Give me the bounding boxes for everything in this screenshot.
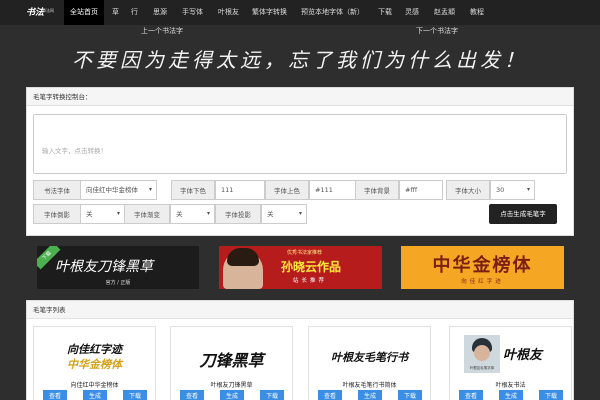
nav-zhaomengfu[interactable]: 赵孟頫 bbox=[434, 0, 455, 25]
logo-subtext: 书法网 bbox=[42, 8, 54, 13]
preview-line-1: 叶根友毛笔行书 bbox=[331, 351, 408, 364]
font-card: 叶根友毛笔行书 叶根友毛笔行书简体 查看 生成 下载 bbox=[308, 326, 431, 400]
view-button[interactable]: 查看 bbox=[180, 390, 204, 400]
size-select[interactable]: 30 ▾ bbox=[490, 180, 535, 200]
font-preview-image: 叶根友毛笔行书 bbox=[317, 335, 422, 373]
download-button[interactable]: 下载 bbox=[398, 390, 422, 400]
upper-color-label: 字体上色 bbox=[265, 180, 309, 200]
font-select[interactable]: 向佳红中华金榜体 ▾ bbox=[80, 180, 157, 200]
nav-xing[interactable]: 行 bbox=[131, 0, 138, 25]
preview-line-1: 刀锋黑草 bbox=[199, 351, 264, 370]
ad-banner-jinbang[interactable]: 中华金榜体 向佳红字迹 bbox=[401, 246, 564, 289]
download-button[interactable]: 下载 bbox=[260, 390, 284, 400]
text-input[interactable]: 输入文字，点击转换！ bbox=[33, 114, 567, 174]
chevron-down-icon: ▾ bbox=[116, 210, 120, 217]
size-select-value: 30 bbox=[496, 186, 505, 194]
font-preview-image: 叶根友 叶根友毛笔字体 bbox=[458, 335, 563, 373]
font-card: 向佳红字迹 中华金榜体 向佳红中华金榜体 查看 生成 下载 bbox=[33, 326, 156, 400]
portrait-hair bbox=[227, 248, 259, 266]
console-title: 毛笔字转换控制台： bbox=[27, 88, 573, 106]
preview-line-1: 向佳红字迹 bbox=[67, 343, 122, 356]
font-name[interactable]: 叶根友刀锋黑草 bbox=[171, 380, 292, 389]
reflection-select-value: 关 bbox=[86, 210, 93, 218]
shadow-select[interactable]: 关 ▾ bbox=[261, 204, 307, 224]
nav-yegenyou[interactable]: 叶根友 bbox=[218, 0, 239, 25]
banner-subtitle: 向佳红字迹 bbox=[461, 279, 504, 285]
banner-title: 叶根友刀锋黑草 bbox=[55, 259, 153, 275]
chevron-down-icon: ▾ bbox=[298, 210, 302, 217]
bg-color-input[interactable]: #fff bbox=[399, 180, 443, 200]
slogan-banner: 不要因为走得太远，忘了我们为什么出发！ bbox=[72, 48, 528, 72]
download-button[interactable]: 下载 bbox=[539, 390, 563, 400]
nav-siyuan[interactable]: 思源 bbox=[153, 0, 167, 25]
nav-home[interactable]: 全站首页 bbox=[64, 0, 104, 25]
font-label: 书法字体 bbox=[33, 180, 81, 200]
make-button[interactable]: 生成 bbox=[499, 390, 523, 400]
gradient-label: 字体渐变 bbox=[124, 204, 170, 224]
chevron-down-icon: ▾ bbox=[526, 186, 530, 193]
nav-handwriting[interactable]: 手写体 bbox=[182, 0, 203, 25]
generate-button[interactable]: 点击生成毛笔字 bbox=[489, 204, 557, 224]
site-logo[interactable]: 书法 书法网 bbox=[26, 5, 56, 20]
banner-title: 中华金榜体 bbox=[432, 255, 533, 276]
reflection-select[interactable]: 关 ▾ bbox=[80, 204, 125, 224]
shadow-label: 字体投影 bbox=[215, 204, 261, 224]
next-calligraphy-link[interactable]: 下一个书法字 bbox=[416, 26, 458, 36]
banner-subtitle: 站长推荐 bbox=[293, 278, 328, 284]
bg-color-label: 字体背景 bbox=[355, 180, 399, 200]
download-button[interactable]: 下载 bbox=[123, 390, 147, 400]
make-button[interactable]: 生成 bbox=[358, 390, 382, 400]
view-button[interactable]: 查看 bbox=[43, 390, 67, 400]
nav-tutorial[interactable]: 教程 bbox=[470, 0, 484, 25]
font-select-value: 向佳红中华金榜体 bbox=[86, 186, 138, 194]
list-title: 毛笔字列表 bbox=[27, 301, 573, 319]
prev-calligraphy-link[interactable]: 上一个书法字 bbox=[141, 26, 183, 36]
gradient-select[interactable]: 关 ▾ bbox=[170, 204, 215, 224]
ad-banner-sunxiaoyun[interactable]: 优秀书法家推荐 孙晓云作品 站长推荐 bbox=[219, 246, 382, 289]
make-button[interactable]: 生成 bbox=[220, 390, 244, 400]
font-card: 叶根友 叶根友毛笔字体 叶根友书法 查看 生成 下载 bbox=[449, 326, 572, 400]
nav-preview-local-font[interactable]: 预览本地字体（新） bbox=[301, 0, 364, 25]
nav-download[interactable]: 下载 bbox=[378, 0, 392, 25]
banner-subtitle: 官方 / 正版 bbox=[105, 280, 131, 286]
make-button[interactable]: 生成 bbox=[83, 390, 107, 400]
banner-small-text: 优秀书法家推荐 bbox=[287, 250, 323, 256]
size-label: 字体大小 bbox=[446, 180, 490, 200]
banner-title: 孙晓云作品 bbox=[281, 260, 342, 274]
view-button[interactable]: 查看 bbox=[318, 390, 342, 400]
font-name[interactable]: 叶根友毛笔行书简体 bbox=[309, 380, 430, 389]
fg-color-input[interactable]: 111 bbox=[215, 180, 265, 200]
ad-banner-daofeng[interactable]: 下载 叶根友刀锋黑草 官方 / 正版 bbox=[37, 246, 199, 289]
top-navbar: 书法 书法网 全站首页 草 行 思源 手写体 叶根友 繁体字转换 预览本地字体（… bbox=[0, 0, 600, 25]
nav-cao[interactable]: 草 bbox=[112, 0, 119, 25]
preview-line-1: 叶根友 bbox=[503, 348, 543, 363]
chevron-down-icon: ▾ bbox=[206, 210, 210, 217]
nav-traditional-convert[interactable]: 繁体字转换 bbox=[252, 0, 287, 25]
view-button[interactable]: 查看 bbox=[459, 390, 483, 400]
converter-console: 毛笔字转换控制台： 输入文字，点击转换！ 书法字体 向佳红中华金榜体 ▾ 字体下… bbox=[26, 87, 574, 236]
font-preview-image: 向佳红字迹 中华金榜体 bbox=[42, 335, 147, 373]
reflection-label: 字体倒影 bbox=[33, 204, 81, 224]
font-preview-image: 刀锋黑草 bbox=[179, 335, 284, 373]
font-name[interactable]: 向佳红中华金榜体 bbox=[34, 380, 155, 389]
nav-inspiration[interactable]: 灵感 bbox=[405, 0, 419, 25]
portrait-face bbox=[474, 345, 490, 361]
upper-color-input[interactable]: #111 bbox=[309, 180, 359, 200]
shadow-select-value: 关 bbox=[267, 210, 274, 218]
preview-line-2: 中华金榜体 bbox=[67, 358, 122, 371]
fg-color-label: 字体下色 bbox=[171, 180, 215, 200]
font-name[interactable]: 叶根友书法 bbox=[450, 380, 571, 389]
preview-caption: 叶根友毛笔字体 bbox=[469, 366, 495, 370]
font-card: 刀锋黑草 叶根友刀锋黑草 查看 生成 下载 bbox=[170, 326, 293, 400]
chevron-down-icon: ▾ bbox=[148, 186, 152, 193]
gradient-select-value: 关 bbox=[176, 210, 183, 218]
